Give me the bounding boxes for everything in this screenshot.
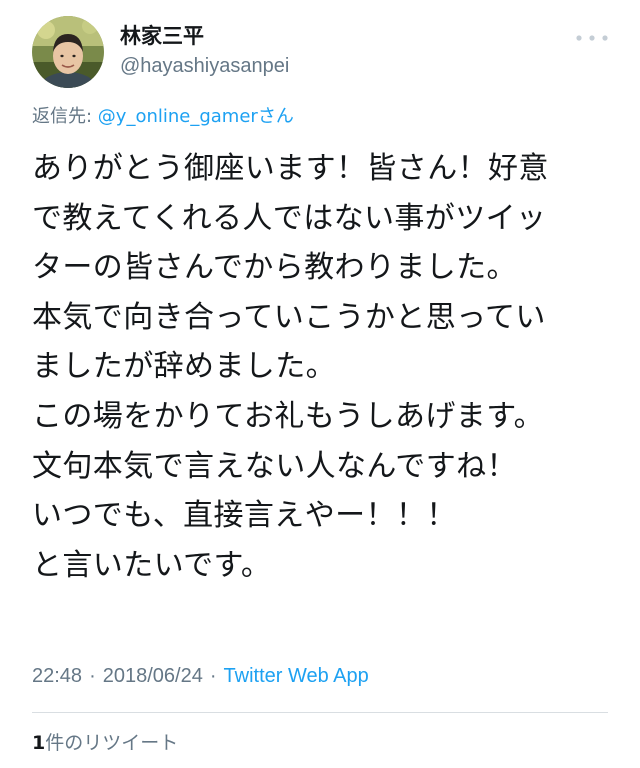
retweet-count: 1 xyxy=(32,732,46,754)
meta-separator: · xyxy=(209,665,217,687)
tweet-metadata: 22:48 · 2018/06/24 · Twitter Web App xyxy=(32,662,369,690)
tweet-text-line: で教えてくれる人ではない事がツイッ xyxy=(32,200,547,236)
tweet-text-line: ありがとう御座います！皆さん！好意 xyxy=(32,151,549,186)
profile-photo-image xyxy=(32,16,104,88)
reply-prefix: 返信先: xyxy=(32,106,98,127)
tweet-text-line: この場をかりてお礼もうしあげます。 xyxy=(32,398,544,434)
reply-mention-link[interactable]: @y_online_gamerさん xyxy=(98,106,294,127)
tweet-text-line: 文句本気で言えない人なんですね！ xyxy=(32,448,517,484)
avatar[interactable] xyxy=(32,16,104,88)
tweet-text: ありがとう御座います！皆さん！好意 で教えてくれる人ではない事がツイッ ターの皆… xyxy=(32,144,608,590)
tweet-time[interactable]: 22:48 xyxy=(32,665,82,687)
tweet-text-line: 本気で向き合っていこうかと思ってい xyxy=(32,299,546,335)
tweet-text-line: と言いたいです。 xyxy=(32,547,272,583)
retweet-label: 件のリツイート xyxy=(45,732,179,754)
more-horizontal-icon xyxy=(576,35,608,41)
meta-separator: · xyxy=(89,665,96,687)
tweet-text-line: ターの皆さんでから教わりました。 xyxy=(32,250,517,286)
tweet-text-line: ましたが辞めました。 xyxy=(32,349,336,385)
retweet-count-link[interactable]: 1件のリツイート xyxy=(32,730,178,756)
reply-context: 返信先: @y_online_gamerさん xyxy=(32,104,294,130)
author-handle[interactable]: @hayashiyasanpei xyxy=(120,52,289,80)
author-display-name[interactable]: 林家三平 xyxy=(120,22,289,50)
divider xyxy=(32,712,608,713)
tweet-text-line: いつでも、直接言えやー！！！ xyxy=(32,498,457,534)
more-options-button[interactable] xyxy=(572,28,612,48)
author-block[interactable]: 林家三平 @hayashiyasanpei xyxy=(120,22,289,80)
tweet-detail: 林家三平 @hayashiyasanpei 返信先: @y_online_gam… xyxy=(0,0,640,768)
tweet-date[interactable]: 2018/06/24 xyxy=(103,665,203,687)
tweet-source-link[interactable]: Twitter Web App xyxy=(224,665,369,687)
